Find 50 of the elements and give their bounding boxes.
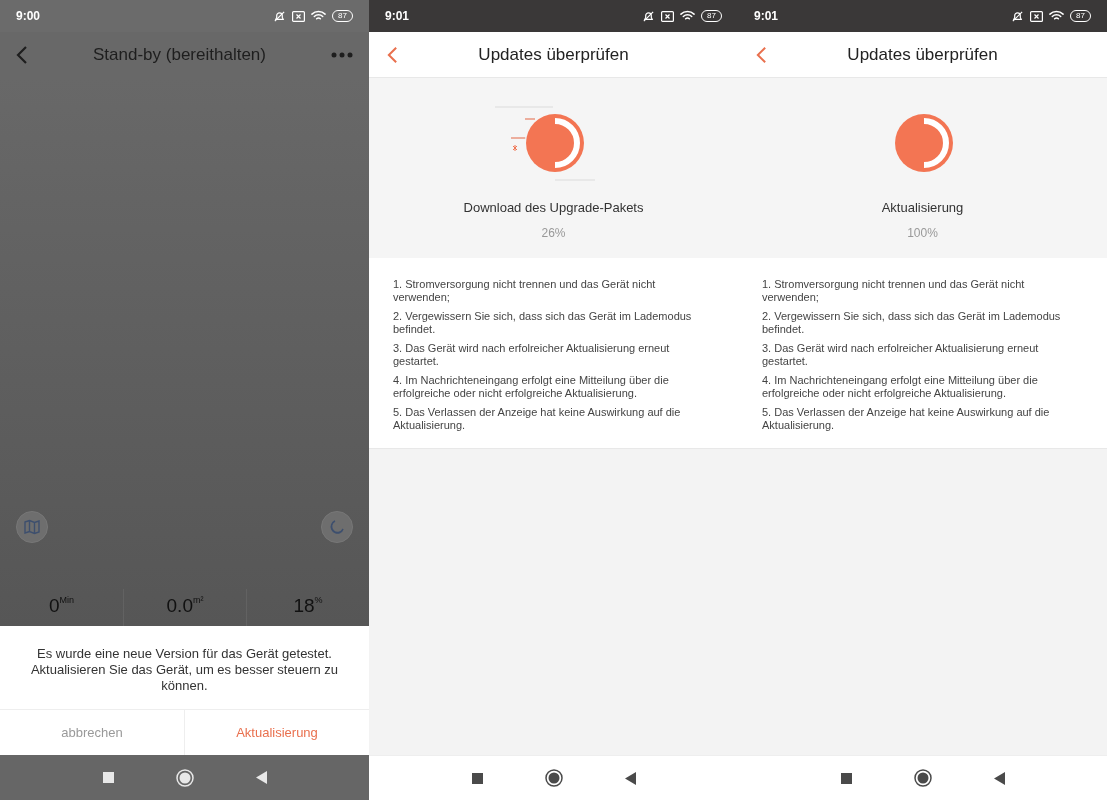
sim-icon (661, 10, 675, 22)
dialog-message: Es wurde eine neue Version für das Gerät getestet. Aktualisieren Sie das Gerät, um es besser steuern zu können. (29, 645, 340, 695)
moon-icon (329, 519, 345, 535)
back-button[interactable] (993, 771, 1005, 785)
progress-percent: 100% (907, 224, 938, 242)
recent-apps-button[interactable] (471, 772, 483, 784)
more-icon[interactable] (331, 52, 353, 58)
wifi-icon (1049, 10, 1065, 22)
instruction-text: 2. Vergewissern Sie sich, dass sich das Gerät im Lademodus befindet. (762, 310, 1062, 336)
instruction-text: 4. Im Nachrichteneingang erfolgt eine Mitteilung über die erfolgreiche oder nicht erfolgreiche Aktualisierung. (393, 374, 670, 400)
instruction-text: 4. Im Nachrichteneingang erfolgt eine Mitteilung über die erfolgreiche oder nicht erfolgreiche Aktualisierung. (762, 374, 1039, 400)
home-button[interactable] (913, 769, 932, 787)
recent-apps-button[interactable] (840, 772, 852, 784)
wifi-icon (311, 10, 327, 22)
sim-icon (1030, 10, 1044, 22)
bell-off-icon (1011, 9, 1025, 23)
progress-caption: Download des Upgrade-Pakets (463, 199, 644, 217)
status-time: 9:01 (754, 8, 779, 25)
bell-off-icon (642, 9, 656, 23)
instruction-text: 5. Das Verlassen der Anzeige hat keine Auswirkung auf die Aktualisierung. (762, 406, 1051, 432)
status-time: 9:01 (385, 8, 410, 25)
stat-value: 18 (293, 595, 315, 617)
back-button[interactable] (255, 771, 267, 784)
screen-title: Updates überprüfen (478, 43, 629, 66)
back-icon[interactable] (16, 46, 28, 64)
back-icon[interactable] (387, 45, 398, 64)
cancel-button[interactable]: abbrechen (0, 710, 184, 755)
instruction-text: 5. Das Verlassen der Anzeige hat keine Auswirkung auf die Aktualisierung. (393, 406, 682, 432)
recent-apps-button[interactable] (102, 772, 114, 783)
stat-unit: % (314, 595, 323, 605)
home-button[interactable] (544, 769, 563, 787)
stat-value: 0.0 (166, 595, 193, 617)
map-icon (24, 519, 40, 535)
status-time: 9:00 (16, 8, 41, 25)
instruction-text: 3. Das Gerät wird nach erfolreicher Aktualisierung erneut gestartet. (393, 342, 671, 368)
back-icon[interactable] (756, 45, 767, 64)
back-button[interactable] (624, 771, 636, 785)
stat-value: 0 (48, 595, 60, 617)
progress-caption: Aktualisierung (881, 199, 964, 217)
instruction-text: 2. Vergewissern Sie sich, dass sich das Gerät im Lademodus befindet. (393, 310, 693, 336)
instruction-text: 1. Stromversorgung nicht trennen und das Gerät nicht verwenden; (762, 278, 1026, 304)
stat-unit: Min (59, 595, 75, 605)
instruction-text: 3. Das Gerät wird nach erfolreicher Aktualisierung erneut gestartet. (762, 342, 1040, 368)
instruction-text: 1. Stromversorgung nicht trennen und das Gerät nicht verwenden; (393, 278, 657, 304)
sim-icon (292, 10, 306, 22)
progress-percent: 26% (541, 224, 566, 242)
screen-title: Stand-by (bereithalten) (93, 44, 266, 67)
bell-off-icon (273, 9, 287, 23)
screen-title: Updates überprüfen (847, 43, 998, 66)
wifi-icon (680, 10, 696, 22)
